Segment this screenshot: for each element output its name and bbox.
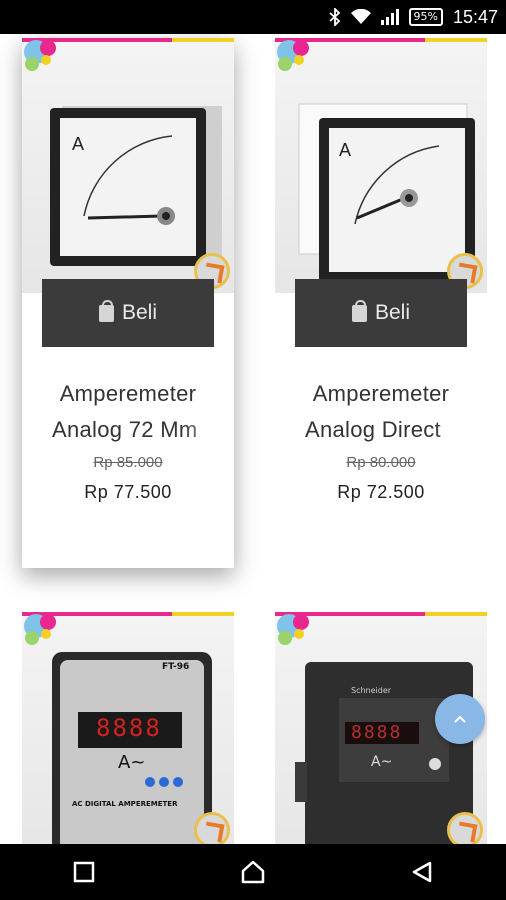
product-title[interactable]: Amperemeter Analog 72 Mm	[22, 376, 234, 448]
chevron-up-icon	[454, 715, 466, 723]
system-navigation-bar	[0, 844, 506, 900]
clock: 15:47	[452, 6, 498, 27]
meter-display-digits: 8888	[96, 714, 162, 742]
status-bar: 95% 15:47	[0, 0, 506, 34]
meter-unit-label: A~	[371, 754, 393, 770]
back-button[interactable]	[392, 852, 452, 892]
product-image[interactable]: FT-96 8888 A~ AC DIGITAL AMPEREMETER	[22, 612, 234, 844]
product-title[interactable]: Amperemeter Analog Direct	[275, 376, 487, 448]
meter-footer-label: AC DIGITAL AMPEREMETER	[72, 800, 178, 808]
sale-price: Rp 72.500	[337, 482, 425, 502]
brand-badge-icon	[447, 812, 483, 844]
back-icon	[412, 861, 431, 883]
meter-brand-label: Schneider	[351, 686, 392, 695]
recent-apps-icon	[74, 861, 95, 883]
meter-model-label: FT-96	[162, 662, 190, 672]
meter-unit-label: A~	[118, 752, 146, 773]
product-card[interactable]: A Beli Amperemeter Analog Direct Rp 80.0…	[275, 38, 487, 568]
scroll-to-top-button[interactable]	[435, 694, 485, 744]
svg-text:A: A	[72, 134, 84, 154]
original-price: Rp 80.000	[346, 454, 416, 471]
svg-text:A: A	[339, 140, 351, 160]
shopping-bag-icon	[98, 299, 114, 322]
bluetooth-icon	[328, 8, 340, 26]
product-title-line1: Amperemeter	[59, 381, 197, 406]
recent-apps-button[interactable]	[54, 852, 114, 892]
sale-price: Rp 77.500	[84, 482, 172, 502]
product-card[interactable]: FT-96 8888 A~ AC DIGITAL AMPEREMETER	[22, 612, 234, 844]
battery-icon: 95%	[408, 8, 443, 26]
product-card[interactable]: A Beli Amperemeter Analog 72 Mm Rp 85.00…	[22, 38, 234, 568]
original-price: Rp 85.000	[93, 454, 163, 471]
buy-label: Beli	[374, 301, 411, 324]
product-title-line2: Analog 72 Mm	[52, 417, 198, 442]
buy-button[interactable]: Beli	[42, 279, 214, 347]
home-icon	[241, 860, 265, 884]
brand-badge-icon	[194, 812, 230, 844]
shopping-bag-icon	[351, 299, 367, 322]
product-title-line1: Amperemeter	[312, 381, 450, 406]
home-button[interactable]	[223, 852, 283, 892]
buy-button[interactable]: Beli	[295, 279, 467, 347]
status-icons: 95% 15:47	[328, 0, 498, 34]
buy-label: Beli	[121, 301, 158, 324]
signal-icon	[380, 9, 399, 25]
wifi-icon	[350, 9, 371, 24]
product-title-line2: Analog Direct	[305, 417, 441, 442]
meter-display-digits: 8888	[351, 722, 403, 743]
product-image[interactable]: A	[22, 38, 234, 293]
product-image[interactable]: A	[275, 38, 487, 293]
product-grid[interactable]: A Beli Amperemeter Analog 72 Mm Rp 85.00…	[0, 34, 506, 844]
